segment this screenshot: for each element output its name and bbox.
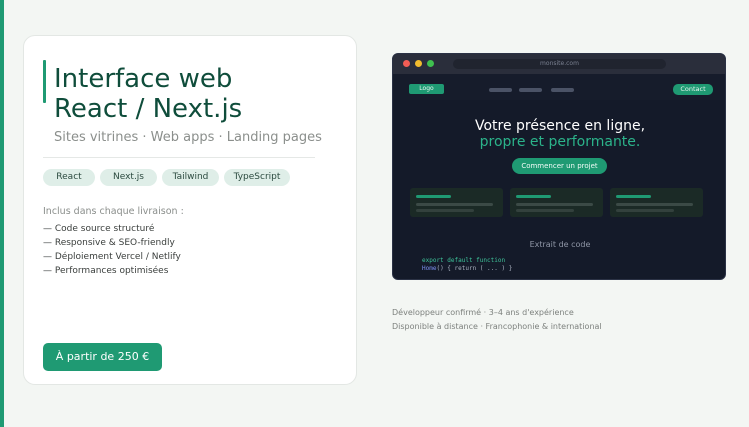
title-accent-bar: [43, 60, 46, 103]
feature-item: — Code source structuré: [43, 224, 155, 234]
divider: [43, 157, 315, 158]
mockup-nav-link: [519, 88, 542, 92]
tech-tags: React Next.js Tailwind TypeScript: [43, 169, 290, 186]
mockup-feature-card: [510, 188, 603, 217]
browser-chrome: monsite.com: [393, 54, 725, 74]
feature-item: — Déploiement Vercel / Netlify: [43, 252, 181, 262]
tag-react: React: [43, 169, 95, 186]
mockup-logo: Logo: [409, 84, 444, 94]
developer-availability: Disponible à distance · Francophonie & i…: [392, 322, 602, 331]
code-keyword: Home: [422, 265, 437, 272]
code-line-1: export default function: [422, 257, 506, 264]
tag-tailwind: Tailwind: [162, 169, 219, 186]
title-line-1: Interface web: [54, 64, 233, 94]
code-rest: () { return ( ... ) }: [436, 265, 513, 272]
developer-experience: Développeur confirmé · 3–4 ans d'expérie…: [392, 308, 574, 317]
title-line-2: React / Next.js: [54, 94, 243, 124]
developer-info: Développeur confirmé · 3–4 ans d'expérie…: [392, 306, 602, 334]
address-bar: monsite.com: [453, 59, 666, 69]
tag-nextjs: Next.js: [100, 169, 157, 186]
browser-mockup: monsite.com Logo Contact Votre présence …: [392, 53, 726, 280]
feature-list: — Code source structuré — Responsive & S…: [43, 222, 181, 278]
minimize-dot-icon: [415, 60, 422, 67]
mockup-navbar: Logo Contact: [393, 74, 725, 100]
mockup-hero-line-1: Votre présence en ligne,: [474, 118, 646, 134]
code-snippet-title: Extrait de code: [529, 240, 591, 249]
mockup-nav-link: [489, 88, 512, 92]
offer-card: Interface web React / Next.js Sites vitr…: [23, 35, 357, 385]
mockup-hero-line-2: propre et performante.: [479, 134, 641, 150]
price-button[interactable]: À partir de 250 €: [43, 343, 162, 371]
feature-item: — Performances optimisées: [43, 266, 169, 276]
maximize-dot-icon: [427, 60, 434, 67]
page-title: Interface web React / Next.js: [54, 64, 344, 124]
subtitle: Sites vitrines · Web apps · Landing page…: [54, 130, 322, 145]
included-label: Inclus dans chaque livraison :: [43, 206, 184, 217]
left-accent-bar: [0, 0, 4, 427]
mockup-feature-card: [410, 188, 503, 217]
mockup-nav-link: [551, 88, 574, 92]
feature-item: — Responsive & SEO-friendly: [43, 238, 175, 248]
close-dot-icon: [403, 60, 410, 67]
mockup-cta-button: Commencer un projet: [512, 158, 607, 174]
tag-typescript: TypeScript: [224, 169, 290, 186]
mockup-contact-button: Contact: [673, 84, 713, 95]
code-line-2: Home() { return ( ... ) }: [422, 265, 512, 272]
mockup-feature-card: [610, 188, 703, 217]
